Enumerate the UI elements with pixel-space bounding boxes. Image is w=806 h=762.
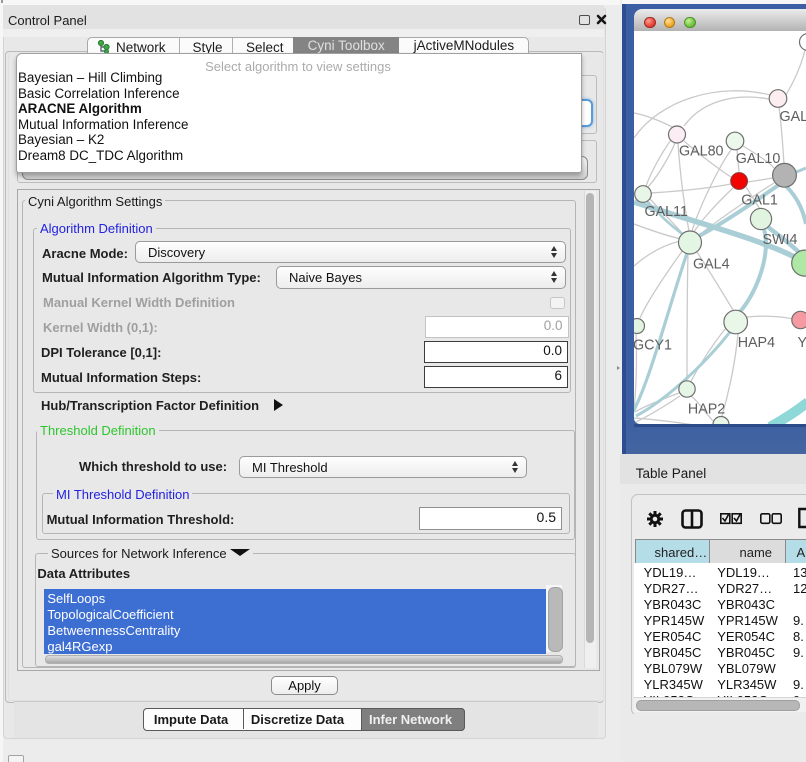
- svg-text:GAL11: GAL11: [645, 204, 688, 220]
- svg-text:GAL80: GAL80: [679, 143, 724, 159]
- svg-text:GAL1: GAL1: [741, 192, 778, 208]
- svg-text:GCY1: GCY1: [634, 338, 672, 354]
- svg-text:Y: Y: [798, 335, 806, 351]
- svg-text:GAL10: GAL10: [736, 151, 781, 167]
- svg-text:SWI4: SWI4: [763, 232, 798, 248]
- svg-text:GAL4: GAL4: [693, 257, 730, 273]
- svg-text:GAL7: GAL7: [780, 109, 806, 125]
- svg-text:HAP2: HAP2: [688, 401, 725, 417]
- svg-text:HAP4: HAP4: [738, 335, 775, 351]
